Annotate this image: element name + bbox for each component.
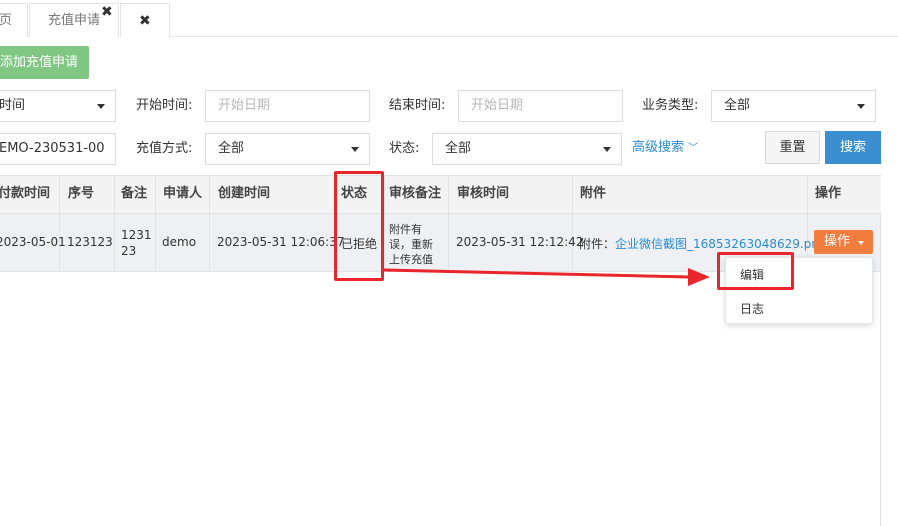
annotation-arrow <box>383 268 710 286</box>
arrow-line <box>383 268 691 279</box>
arrow-head <box>688 268 710 286</box>
